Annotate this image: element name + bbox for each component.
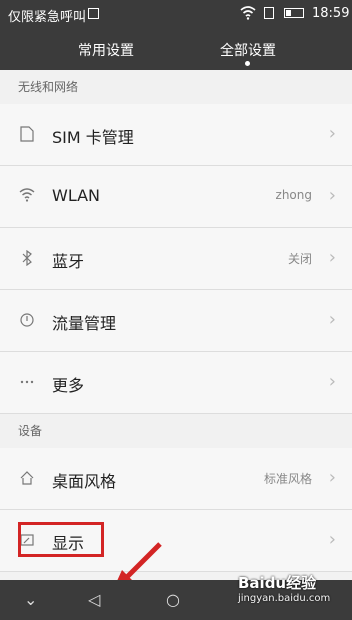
- chevron-right-icon: ›: [328, 185, 336, 206]
- home-style-value: 标准风格: [263, 472, 312, 486]
- data-usage-row[interactable]: 流量管理 ›: [0, 290, 352, 352]
- chevron-right-icon: ›: [328, 123, 336, 144]
- home-style-row[interactable]: 桌面风格 标准风格 ›: [0, 448, 352, 510]
- bluetooth-icon: [18, 249, 36, 268]
- tab-common-settings[interactable]: 常用设置: [78, 40, 134, 60]
- watermark-url: jingyan.baidu.com: [238, 593, 331, 604]
- watermark: Baidu经验 jingyan.baidu.com: [238, 572, 330, 604]
- chevron-right-icon: ›: [328, 529, 336, 550]
- carrier-text: 仅限紧急呼叫: [8, 10, 87, 25]
- home-style-label: 桌面风格: [52, 472, 117, 491]
- watermark-brand: Baidu经验: [238, 574, 317, 592]
- wlan-row[interactable]: WLAN zhong ›: [0, 166, 352, 228]
- home-icon: [18, 470, 36, 488]
- highlight-box: [18, 522, 104, 557]
- data-usage-label: 流量管理: [52, 314, 117, 333]
- wlan-label: WLAN: [52, 186, 101, 205]
- wifi-status-icon: [240, 6, 256, 24]
- chevron-right-icon: ›: [328, 371, 336, 392]
- sim-card-label: SIM 卡管理: [52, 128, 134, 147]
- data-usage-icon: [18, 312, 36, 330]
- nav-back-icon[interactable]: ◁: [88, 590, 100, 609]
- status-bar: 仅限紧急呼叫 18:59: [0, 0, 352, 28]
- bluetooth-value: 关闭: [287, 252, 312, 266]
- bluetooth-row[interactable]: 蓝牙 关闭 ›: [0, 228, 352, 290]
- bluetooth-label: 蓝牙: [52, 252, 85, 271]
- nav-home-icon[interactable]: ○: [166, 590, 180, 609]
- nav-down-icon[interactable]: ⌄: [24, 590, 37, 609]
- sim-card-row[interactable]: SIM 卡管理 ›: [0, 104, 352, 166]
- battery-icon: [284, 8, 304, 18]
- section-header-device: 设备: [0, 414, 352, 448]
- section-header-wireless: 无线和网络: [0, 70, 352, 104]
- more-label: 更多: [52, 376, 85, 395]
- sim-status-icon: [88, 8, 99, 19]
- more-row[interactable]: 更多 ›: [0, 352, 352, 414]
- active-tab-indicator: [245, 61, 250, 66]
- time: 18:59: [312, 6, 350, 21]
- more-icon: [18, 374, 36, 392]
- sim-card-icon: [18, 126, 36, 144]
- top-tabs: 常用设置 全部设置: [0, 28, 352, 70]
- wifi-icon: [18, 188, 36, 206]
- data-status-icon: [264, 7, 274, 19]
- annotation-arrow: [117, 542, 162, 580]
- wlan-value: zhong: [275, 188, 312, 202]
- chevron-right-icon: ›: [328, 309, 336, 330]
- chevron-right-icon: ›: [328, 247, 336, 268]
- tab-all-settings[interactable]: 全部设置: [220, 40, 276, 60]
- settings-list: 无线和网络 SIM 卡管理 › WLAN zhong › 蓝牙 关闭 › 流量管…: [0, 70, 352, 580]
- chevron-right-icon: ›: [328, 467, 336, 488]
